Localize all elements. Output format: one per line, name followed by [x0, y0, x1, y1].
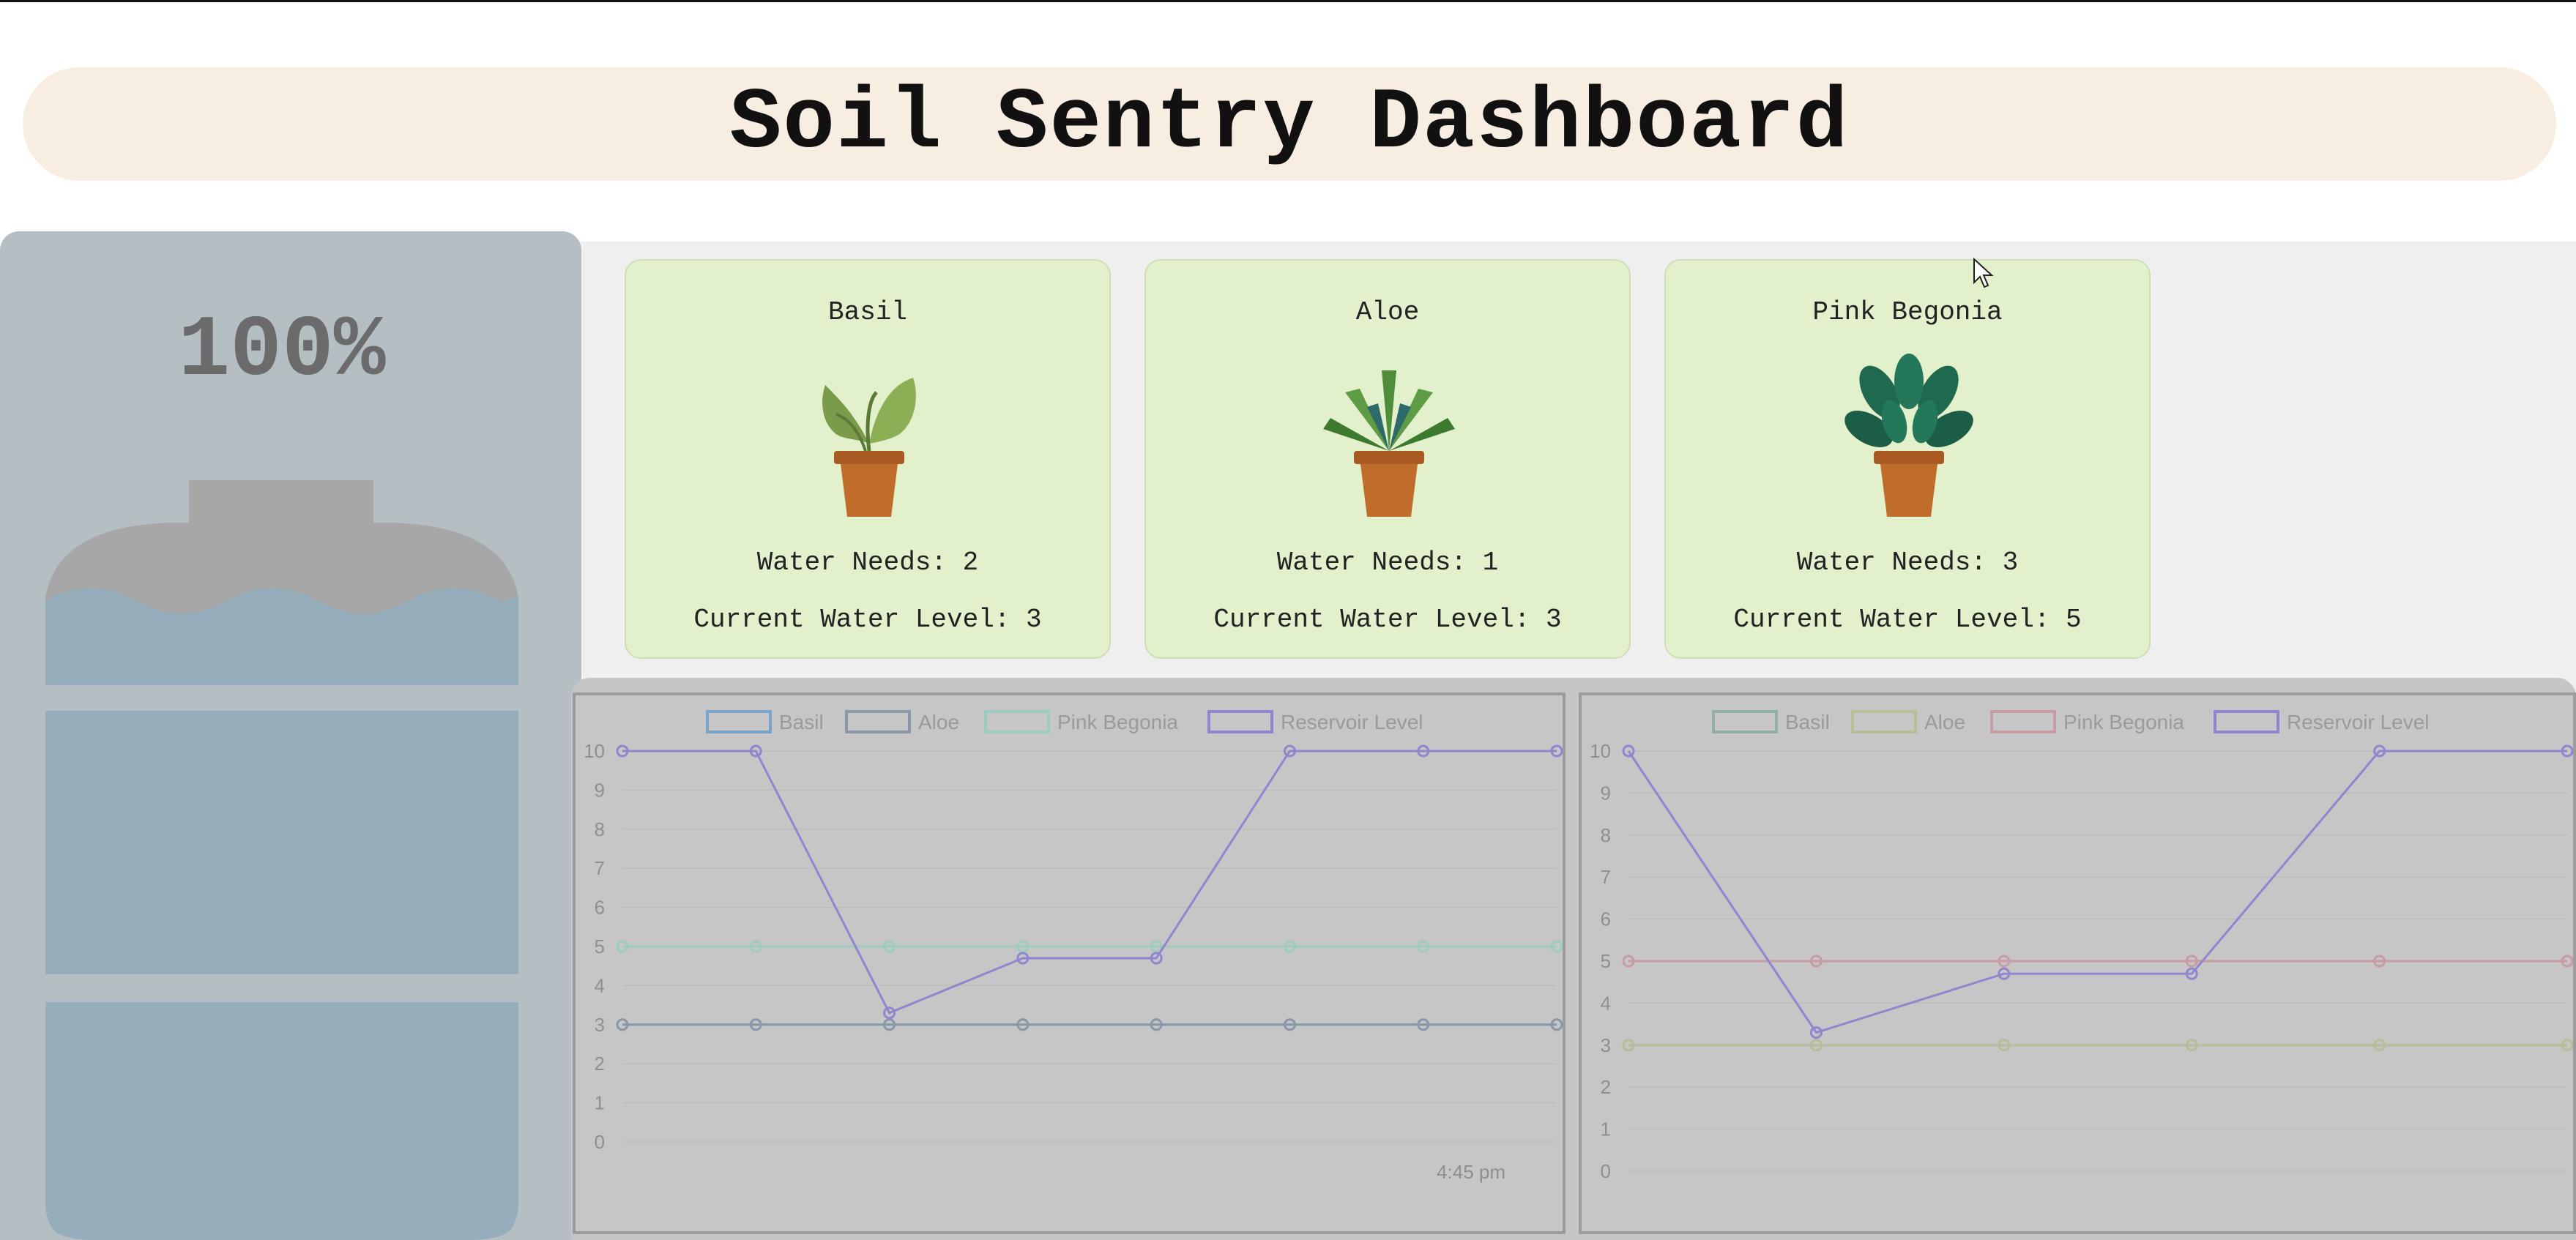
aloe-plant-icon: [1323, 370, 1455, 517]
y-tick-label: 8: [1601, 824, 1611, 846]
x-tick-label: 4:45 pm: [1437, 1161, 1505, 1183]
legend-swatch: [2214, 710, 2279, 733]
legend-swatch: [984, 710, 1050, 733]
y-tick-label: 8: [595, 818, 605, 840]
line-chart-1: 10 9 8 7 6 5 4 3 2 1 0 Basil Aloe Pink Begonia Reservo…: [573, 692, 1566, 1234]
legend-label[interactable]: Aloe: [918, 711, 959, 733]
plant-name: Pink Begonia: [1812, 297, 2003, 327]
begonia-plant-icon: [1844, 354, 1973, 517]
plant-name: Aloe: [1355, 297, 1420, 327]
dashboard-header: Soil Sentry Dashboard: [23, 67, 2556, 181]
y-tick-label: 2: [1601, 1076, 1611, 1098]
legend-swatch: [1712, 710, 1778, 733]
line-chart-2: 10 9 8 7 6 5 4 3 2 1 0 Basil Aloe Pink Begonia Reservo…: [1579, 692, 2576, 1234]
y-tick-label: 1: [1601, 1118, 1611, 1140]
y-tick-label: 1: [595, 1092, 605, 1114]
current-water-level: Current Water Level: 5: [1733, 605, 2082, 635]
y-tick-label: 3: [595, 1014, 605, 1036]
current-water-level: Current Water Level: 3: [1213, 605, 1562, 635]
y-tick-label: 7: [595, 857, 605, 879]
water-needs: Water Needs: 3: [1796, 548, 2019, 578]
reservoir-panel: 100%: [0, 231, 581, 1240]
legend-label[interactable]: Basil: [1785, 711, 1830, 733]
y-tick-label: 0: [1601, 1160, 1611, 1182]
legend-swatch: [1207, 710, 1273, 733]
chart-svg-1: 109876543210Basil Aloe Pink Begonia Reservo…: [584, 710, 1563, 1183]
water-needs: Water Needs: 2: [756, 548, 979, 578]
y-tick-label: 5: [1601, 950, 1611, 972]
y-tick-label: 4: [595, 974, 605, 996]
y-tick-label: 6: [595, 897, 605, 919]
y-tick-label: 0: [595, 1131, 605, 1153]
legend-swatch: [845, 710, 911, 733]
y-tick-label: 9: [1601, 782, 1611, 804]
y-tick-label: 3: [1601, 1034, 1611, 1056]
y-tick-label: 10: [584, 740, 605, 762]
basil-plant-icon: [822, 378, 916, 517]
y-tick-label: 4: [1601, 992, 1611, 1014]
legend-label[interactable]: Pink Begonia: [1057, 711, 1178, 733]
y-tick-label: 5: [595, 935, 605, 957]
legend-label[interactable]: Aloe: [1924, 711, 1965, 733]
water-jug-icon: [45, 480, 518, 1240]
legend-label[interactable]: Basil: [779, 711, 824, 733]
chart-svg-2: 109876543210Basil Aloe Pink Begonia Reservo…: [1590, 710, 2573, 1182]
legend-swatch: [1990, 710, 2056, 733]
legend-swatch: [1851, 710, 1917, 733]
current-water-level: Current Water Level: 3: [693, 605, 1042, 635]
page-title: Soil Sentry Dashboard: [729, 75, 1850, 173]
y-tick-label: 2: [595, 1053, 605, 1075]
legend-label[interactable]: Reservoir Level: [1281, 711, 1423, 733]
plant-card-aloe[interactable]: Aloe Water Needs: 1 Current Water Level:…: [1144, 259, 1631, 659]
plant-card-pink-begonia[interactable]: Pink Begonia Water Needs: 3 Current Wate…: [1664, 259, 2151, 659]
plant-card-basil[interactable]: Basil Water Needs: 2 Current Water Level…: [625, 259, 1111, 659]
top-border: [0, 0, 2576, 2]
mouse-cursor-icon: [1973, 258, 1994, 288]
y-tick-label: 7: [1601, 866, 1611, 888]
water-needs: Water Needs: 1: [1276, 548, 1499, 578]
y-tick-label: 9: [595, 779, 605, 801]
plant-name: Basil: [827, 297, 908, 327]
legend-label[interactable]: Reservoir Level: [2287, 711, 2430, 733]
y-tick-label: 10: [1590, 740, 1611, 762]
legend-swatch: [706, 710, 772, 733]
legend-label[interactable]: Pink Begonia: [2063, 711, 2184, 733]
y-tick-label: 6: [1601, 908, 1611, 930]
